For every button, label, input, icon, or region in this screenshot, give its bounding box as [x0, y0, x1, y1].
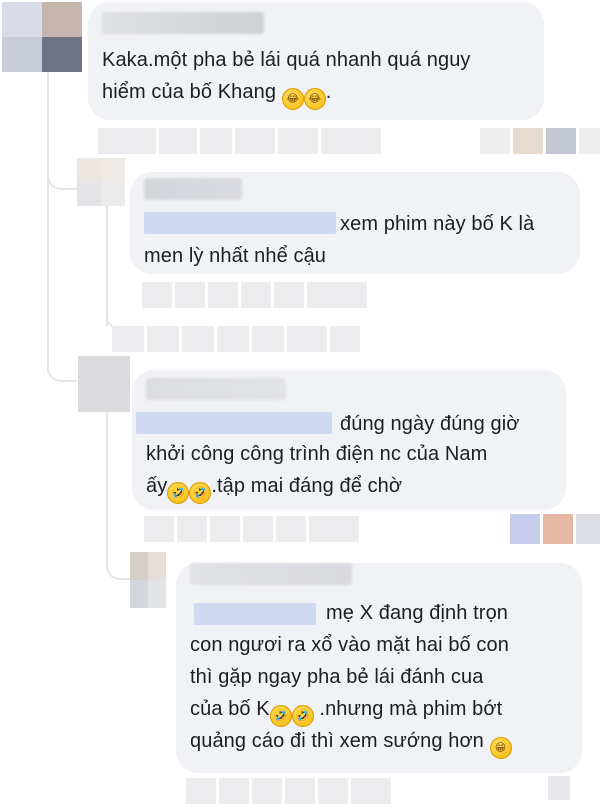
comment-text: đúng ngày đúng giờ [340, 413, 520, 435]
mention-tag[interactable] [194, 603, 316, 625]
mention-tag[interactable] [136, 412, 332, 434]
thread-connector [47, 140, 77, 190]
comment-text: Kaka.một pha bẻ lái quá nhanh quá nguy [102, 49, 471, 71]
comment-text: men lỳ nhất nhể cậu [144, 245, 327, 267]
comment-text: hiểm của bố Khang 😂 😂. [102, 76, 331, 110]
comment-text: khởi công công trình điện nc của Nam [146, 443, 488, 465]
comment-actions[interactable] [144, 516, 359, 542]
laughing-emoji-icon: 😂 [303, 88, 326, 110]
laughing-emoji-icon: 😂 [281, 88, 304, 110]
avatar[interactable] [2, 2, 82, 72]
rofl-emoji-icon: 🤣 [189, 482, 212, 504]
comment-text: quảng cáo đi thì xem sướng hơn 😁 [190, 725, 512, 759]
comment-bubble[interactable]: xem phim này bố K là men lỳ nhất nhể cậu [130, 172, 580, 274]
comment-bubble[interactable]: đúng ngày đúng giờ khởi công công trình … [132, 370, 566, 510]
rofl-emoji-icon: 🤣 [167, 482, 190, 504]
comment-text: thì gặp ngay pha bẻ lái đánh cua [190, 666, 484, 688]
comment-text: ấy 🤣 🤣 .tập mai đáng để chờ [146, 470, 402, 504]
comment-text: của bố K 🤣 🤣 .nhưng mà phim bớt [190, 693, 502, 727]
comment-actions[interactable] [186, 778, 391, 804]
mention-tag[interactable] [144, 212, 336, 234]
comment-text: mẹ X đang định trọn [326, 602, 509, 624]
thread-line-main [47, 72, 49, 372]
comment-bubble[interactable]: mẹ X đang định trọn con ngươi ra xổ vào … [176, 563, 582, 773]
rofl-emoji-icon: 🤣 [269, 705, 292, 727]
reactions[interactable] [510, 514, 600, 544]
thread-connector [47, 330, 77, 382]
reactions[interactable] [548, 776, 570, 802]
rofl-emoji-icon: 🤣 [291, 705, 314, 727]
comment-text: con ngươi ra xổ vào mặt hai bố con [190, 634, 509, 656]
thread-connector [106, 270, 128, 330]
reactions[interactable] [480, 128, 600, 154]
comment-text: xem phim này bố K là [340, 213, 535, 235]
author-name [144, 178, 242, 200]
author-name [146, 378, 286, 400]
author-name [190, 563, 352, 585]
avatar[interactable] [130, 552, 166, 608]
thread-connector [106, 530, 130, 580]
author-name [102, 12, 264, 34]
comment-actions[interactable] [98, 128, 381, 154]
grinning-emoji-icon: 😁 [489, 737, 512, 759]
view-replies-link[interactable] [112, 326, 360, 352]
avatar[interactable] [77, 158, 125, 206]
comment-bubble[interactable]: Kaka.một pha bẻ lái quá nhanh quá nguy h… [88, 2, 544, 120]
comment-actions[interactable] [142, 282, 367, 308]
avatar[interactable] [78, 356, 130, 412]
